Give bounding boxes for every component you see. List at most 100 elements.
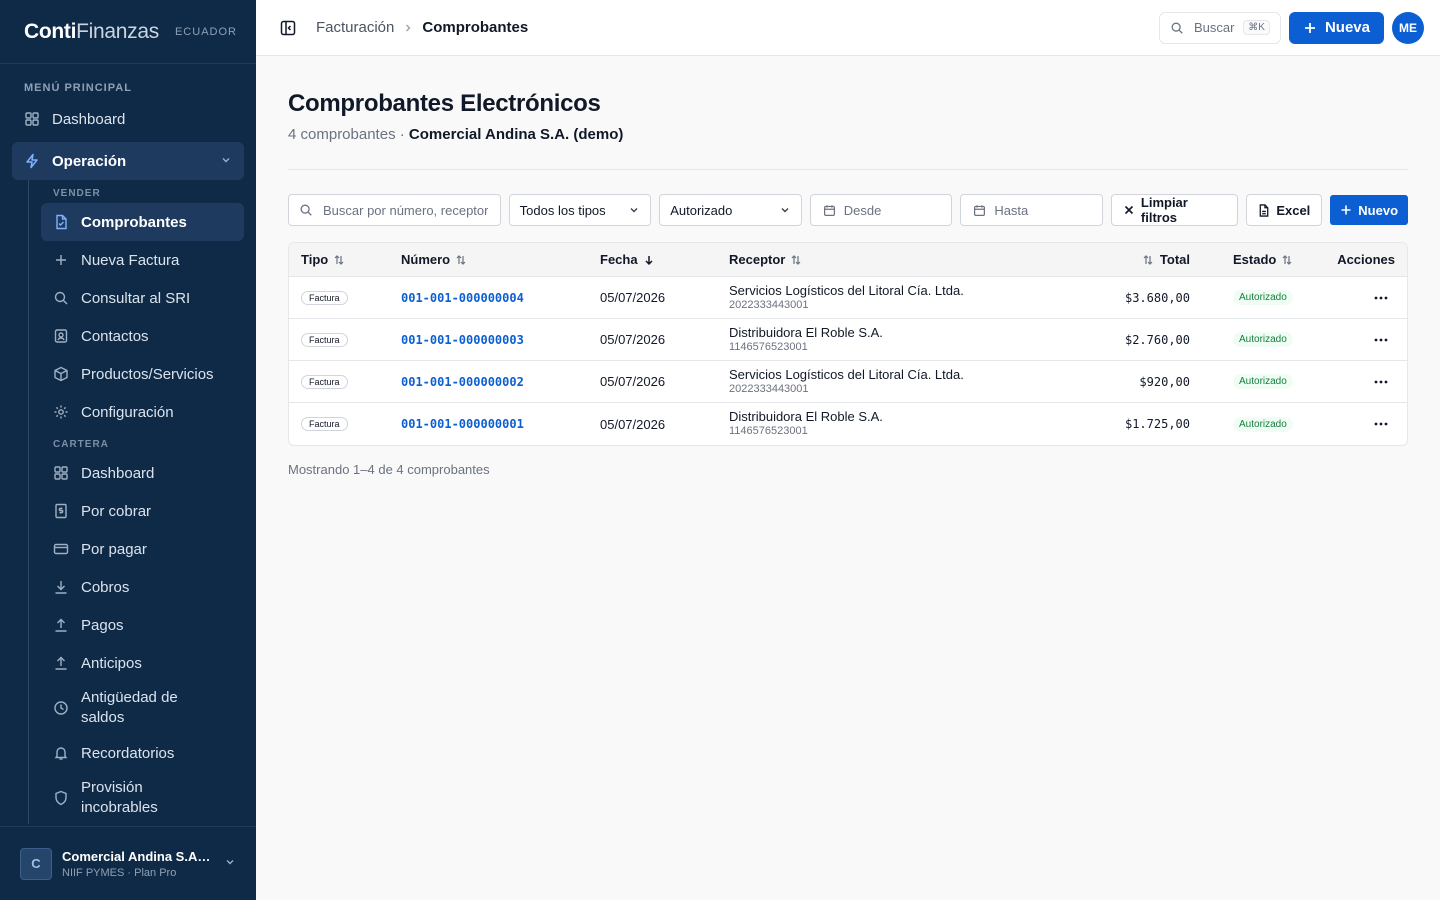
sidebar-item-label: Dashboard	[81, 464, 155, 482]
sidebar-item-pagos[interactable]: Pagos	[41, 606, 244, 644]
more-actions-icon[interactable]	[1367, 326, 1395, 354]
document-number-link[interactable]: 001-001-000000002	[401, 375, 524, 389]
receiver-name: Distribuidora El Roble S.A.	[729, 324, 883, 340]
column-header-total[interactable]: Total	[1043, 252, 1190, 267]
sidebar-item-por-pagar[interactable]: Por pagar	[41, 530, 244, 568]
document-date: 05/07/2026	[600, 416, 666, 432]
document-total: $2.760,00	[1124, 332, 1190, 347]
more-actions-icon[interactable]	[1367, 410, 1395, 438]
new-button[interactable]: Nuevo	[1330, 195, 1409, 225]
main-content: Comprobantes Electrónicos 4 comprobantes…	[288, 56, 1409, 477]
workspace-plan: NIIF PYMES · Plan Pro	[62, 866, 177, 879]
grid-icon	[53, 465, 69, 481]
sidebar-item-label: Nueva Factura	[81, 251, 180, 269]
sidebar-item-comprobantes[interactable]: Comprobantes	[41, 203, 244, 241]
sidebar-item-recordatorios[interactable]: Recordatorios	[41, 734, 244, 772]
shield-icon	[53, 790, 69, 806]
column-header-acciones: Acciones	[1337, 252, 1395, 267]
clock-icon	[53, 700, 69, 716]
sidebar-item-label: Antigüedad de saldos	[81, 689, 178, 726]
type-badge: Factura	[301, 290, 348, 305]
sort-icon	[790, 254, 802, 266]
type-badge: Factura	[301, 332, 348, 347]
date-from-field[interactable]: Desde	[809, 194, 953, 226]
sidebar-item-configuracion[interactable]: Configuración	[41, 393, 244, 431]
brand: ContiFinanzas ECUADOR	[0, 0, 256, 64]
sidebar-item-antiguedad[interactable]: Antigüedad de saldos	[41, 682, 244, 734]
document-total: $1.725,00	[1124, 417, 1190, 431]
file-icon	[1258, 203, 1270, 217]
search-icon	[299, 203, 313, 217]
table-row[interactable]: Factura 001-001-000000003 05/07/2026 Dis…	[289, 319, 1407, 361]
document-number-link[interactable]: 001-001-000000004	[401, 291, 524, 305]
column-header-estado[interactable]: Estado	[1190, 252, 1335, 267]
nav-group-cartera: CARTERA	[53, 439, 109, 450]
sidebar-item-nueva-factura[interactable]: Nueva Factura	[41, 241, 244, 279]
column-header-fecha[interactable]: Fecha	[600, 252, 729, 267]
upload-icon	[53, 655, 69, 671]
sidebar-item-productos[interactable]: Productos/Servicios	[41, 355, 244, 393]
sort-icon	[333, 254, 345, 266]
receiver-ruc: 2022333443001	[729, 298, 809, 311]
type-select[interactable]: Todos los tipos	[508, 194, 652, 226]
sidebar-item-por-cobrar[interactable]: Por cobrar	[41, 492, 244, 530]
search-input[interactable]: Buscar por número, receptor	[288, 194, 501, 226]
receiver-name: Distribuidora El Roble S.A.	[729, 409, 883, 424]
document-number-link[interactable]: 001-001-000000003	[401, 333, 524, 347]
status-badge: Autorizado	[1233, 332, 1293, 347]
search-shortcut: ⌘K	[1243, 20, 1270, 35]
global-search-button[interactable]: Buscar ⌘K	[1158, 11, 1281, 44]
column-header-numero[interactable]: Número	[401, 252, 600, 267]
sidebar-item-anticipos[interactable]: Anticipos	[41, 644, 244, 682]
divider	[288, 169, 1408, 170]
subnav-operacion: VENDER Comprobantes Nueva Factura Consul…	[28, 180, 244, 824]
sidebar-item-operacion[interactable]: Operación	[12, 142, 244, 180]
status-badge: Autorizado	[1233, 290, 1293, 305]
page-subtitle: 4 comprobantes · Comercial Andina S.A. (…	[288, 126, 1408, 143]
main-nav: MENÚ PRINCIPAL Dashboard Operación VENDE…	[0, 64, 256, 826]
sidebar-item-label: Contactos	[81, 327, 149, 345]
comprobantes-table: Tipo Número Fecha Receptor Total Estado …	[288, 242, 1408, 446]
workspace-name: Comercial Andina S.A. (demo)	[62, 848, 212, 864]
sidebar-item-label: Pagos	[81, 616, 124, 634]
sidebar-toggle-icon[interactable]	[280, 20, 296, 36]
sidebar-item-consultar-sri[interactable]: Consultar al SRI	[41, 279, 244, 317]
table-row[interactable]: Factura 001-001-000000001 05/07/2026 Dis…	[289, 403, 1407, 445]
clear-filters-button[interactable]: Limpiar filtros	[1110, 194, 1239, 226]
nav-group-vender: VENDER	[53, 188, 101, 199]
sidebar-item-label: Dashboard	[52, 110, 126, 128]
workspace-switcher[interactable]: C Comercial Andina S.A. (demo) NIIF PYME…	[0, 826, 256, 900]
brand-logo[interactable]: ContiFinanzas	[24, 20, 159, 44]
sidebar-item-contactos[interactable]: Contactos	[41, 317, 244, 355]
breadcrumb-facturacion[interactable]: Facturación	[316, 19, 394, 36]
column-header-receptor[interactable]: Receptor	[729, 252, 1043, 267]
table-row[interactable]: Factura 001-001-000000002 05/07/2026 Ser…	[289, 361, 1407, 403]
topbar: Facturación Comprobantes Buscar ⌘K Nueva…	[256, 0, 1440, 56]
date-to-field[interactable]: Hasta	[960, 194, 1103, 226]
export-excel-button[interactable]: Excel	[1246, 194, 1323, 226]
file-check-icon	[53, 214, 69, 230]
sidebar-item-cobros[interactable]: Cobros	[41, 568, 244, 606]
package-icon	[53, 366, 69, 382]
receiver-name: Servicios Logísticos del Litoral Cía. Lt…	[729, 282, 964, 298]
more-actions-icon[interactable]	[1367, 284, 1395, 312]
sidebar-item-label: Por pagar	[81, 540, 147, 558]
status-select[interactable]: Autorizado	[659, 194, 802, 226]
page-title: Comprobantes Electrónicos	[288, 90, 601, 117]
document-date: 05/07/2026	[600, 332, 666, 347]
chevron-down-icon	[779, 204, 791, 216]
sidebar-item-dashboard[interactable]: Dashboard	[12, 100, 244, 138]
user-avatar[interactable]: ME	[1392, 11, 1424, 44]
grid-icon	[24, 111, 40, 127]
sidebar-item-cartera-dashboard[interactable]: Dashboard	[41, 454, 244, 492]
chevron-down-icon	[628, 204, 640, 216]
document-number-link[interactable]: 001-001-000000001	[401, 417, 524, 431]
new-document-button[interactable]: Nueva	[1288, 11, 1384, 44]
workspace-avatar: C	[20, 847, 52, 880]
more-actions-icon[interactable]	[1367, 368, 1395, 396]
table-row[interactable]: Factura 001-001-000000004 05/07/2026 Ser…	[289, 277, 1407, 319]
company-name: Comercial Andina S.A. (demo)	[408, 126, 624, 143]
sidebar-item-provision[interactable]: Provisión incobrables	[41, 772, 244, 824]
column-header-tipo[interactable]: Tipo	[289, 252, 401, 267]
bell-icon	[53, 745, 69, 761]
